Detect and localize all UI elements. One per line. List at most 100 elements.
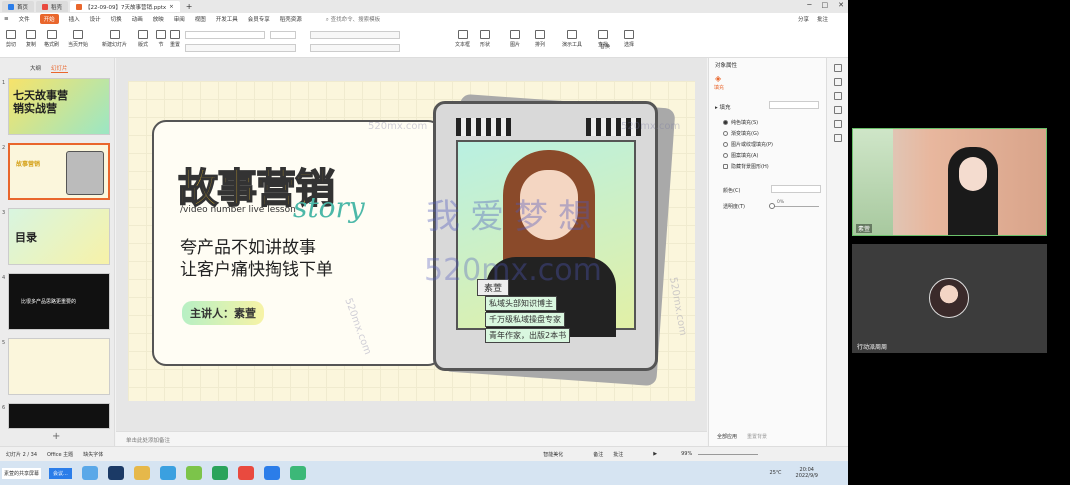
slide-thumb-2[interactable]: 故事营销 (8, 143, 110, 200)
shield-icon[interactable] (833, 120, 842, 128)
wechat-icon[interactable] (211, 466, 228, 480)
layout-button[interactable]: 版式 (138, 30, 148, 48)
font-family-select[interactable] (185, 31, 265, 39)
format-painter-button[interactable]: 格式刷 (44, 30, 59, 48)
tab-outline[interactable]: 大纲 (30, 64, 41, 73)
play-current-button[interactable]: 当页开始 (68, 30, 88, 48)
notes-toggle[interactable]: 备注 (593, 451, 603, 458)
notes-pane[interactable]: 单击此处添加备注 (116, 431, 707, 446)
play-icon[interactable]: ▶ (653, 451, 657, 457)
add-slide-button[interactable]: + (52, 431, 60, 442)
minimize-icon[interactable]: ─ (807, 1, 811, 9)
fill-icon[interactable]: ◈ (715, 74, 721, 83)
share-button[interactable]: 分享 (798, 15, 809, 23)
property-icon[interactable] (833, 64, 842, 72)
tab-pptx[interactable]: 【22-09-09】7天故事营销.pptx × (70, 1, 180, 12)
menu-file[interactable]: 文件 (19, 15, 30, 23)
zoom-slider[interactable] (698, 453, 759, 455)
zoom-level[interactable]: 99% (681, 451, 692, 457)
browser-icon[interactable] (81, 466, 98, 480)
layers-icon[interactable] (833, 92, 842, 100)
fill-option-gradient[interactable]: 渐变填充(G) (723, 130, 759, 137)
close-window-icon[interactable]: ✕ (838, 1, 844, 9)
slider-handle[interactable] (769, 203, 775, 209)
menu-design[interactable]: 设计 (90, 15, 101, 23)
slide-thumb-3[interactable]: 目录 (8, 208, 110, 265)
folder-icon[interactable] (133, 466, 150, 480)
fill-option-solid[interactable]: 纯色填充(S) (723, 119, 758, 126)
cut-button[interactable]: 剪切 (6, 30, 16, 48)
color-picker[interactable] (771, 185, 821, 193)
thumb-photo (66, 151, 104, 195)
reset-button[interactable]: 重置 (170, 30, 180, 48)
taskbar-share-label[interactable]: 素萱的共享屏幕 (2, 467, 42, 479)
speaker-video-tile[interactable]: 素萱 (852, 128, 1047, 236)
paragraph-row[interactable] (310, 31, 400, 39)
align-row[interactable] (310, 44, 400, 52)
menu-icon[interactable]: ≡ (4, 16, 9, 22)
media-icon[interactable] (185, 466, 202, 480)
menu-slideshow[interactable]: 放映 (153, 15, 164, 23)
tab-slides[interactable]: 幻灯片 (51, 64, 68, 73)
fill-dropdown[interactable] (769, 101, 819, 109)
maximize-icon[interactable]: □ (822, 1, 829, 9)
fill-tab[interactable]: 填充 (714, 84, 724, 91)
picture-button[interactable]: 图片 (510, 30, 520, 48)
menu-animation[interactable]: 动画 (132, 15, 143, 23)
apply-all-button[interactable]: 全部应用 (717, 433, 737, 440)
menu-member[interactable]: 会员专享 (248, 15, 270, 23)
fill-option-pattern[interactable]: 图案填充(A) (723, 152, 758, 159)
shape-button[interactable]: 形状 (480, 30, 490, 48)
menu-review[interactable]: 审阅 (174, 15, 185, 23)
slide-thumb-6[interactable] (8, 403, 110, 429)
font-style-row[interactable] (185, 44, 296, 52)
replace-button[interactable]: 替换 (600, 43, 610, 50)
location-icon[interactable] (833, 134, 842, 142)
comments-toggle[interactable]: 批注 (613, 451, 623, 458)
comment-button[interactable]: 批注 (817, 15, 828, 23)
help-icon[interactable] (833, 106, 842, 114)
new-slide-button[interactable]: 新建幻灯片 (102, 30, 127, 48)
photoshop-icon[interactable] (107, 466, 124, 480)
slide-thumb-4[interactable]: 比很多产品思路更重要的 (8, 273, 110, 330)
menu-transition[interactable]: 切换 (111, 15, 122, 23)
font-size-select[interactable] (270, 31, 296, 39)
wps-icon[interactable] (237, 466, 254, 480)
tab-home[interactable]: 首页 (2, 1, 35, 12)
menu-insert[interactable]: 插入 (69, 15, 80, 23)
fill-section-header[interactable]: ▸ 填充 (715, 103, 731, 111)
slide-thumb-1[interactable]: 七天故事营销实战营 (8, 78, 110, 135)
edge-icon[interactable] (159, 466, 176, 480)
select-button[interactable]: 选择 (624, 30, 634, 48)
command-search[interactable]: ⌕ 查找命令、搜索模板 (326, 15, 380, 24)
close-icon[interactable]: × (169, 4, 174, 10)
viewer-video-tile[interactable]: 行动派周周 (852, 244, 1047, 353)
fill-option-picture[interactable]: 图片或纹理填充(P) (723, 141, 773, 148)
menu-docer[interactable]: 稻壳资源 (280, 15, 302, 23)
checkbox-icon (723, 164, 728, 169)
taskbar-meeting[interactable]: 会议... (49, 467, 72, 479)
animation-icon[interactable] (833, 78, 842, 86)
tab-docer[interactable]: 稻壳 (36, 1, 69, 12)
present-tools-button[interactable]: 演示工具 (562, 30, 582, 48)
section-button[interactable]: 节 (156, 30, 166, 48)
slide-thumb-5[interactable] (8, 338, 110, 395)
missing-font-button[interactable]: 缺失字体 (83, 451, 103, 458)
menu-devtools[interactable]: 开发工具 (216, 15, 238, 23)
copy-button[interactable]: 复制 (26, 30, 36, 48)
new-tab-button[interactable]: + (186, 2, 193, 11)
arrange-button[interactable]: 排列 (535, 30, 545, 48)
hide-background-option[interactable]: 隐藏背景图形(H) (723, 163, 769, 170)
menu-start[interactable]: 开始 (39, 14, 59, 24)
textbox-button[interactable]: 文本框 (455, 30, 470, 48)
watermark-main: 我爱梦想 (426, 197, 602, 237)
credential-tag: 私域头部知识博主 (485, 296, 557, 311)
smart-beautify-button[interactable]: 智能美化 (543, 451, 563, 458)
chat-icon[interactable] (289, 466, 306, 480)
slide-canvas[interactable]: 故事营销 story /video number live lesson 夸产品… (128, 81, 695, 401)
reset-background-button[interactable]: 重置背景 (747, 433, 767, 440)
property-title: 对象属性 (715, 63, 738, 69)
menu-view[interactable]: 视图 (195, 15, 206, 23)
meeting-icon[interactable] (263, 466, 280, 480)
transparency-slider[interactable] (771, 206, 819, 207)
